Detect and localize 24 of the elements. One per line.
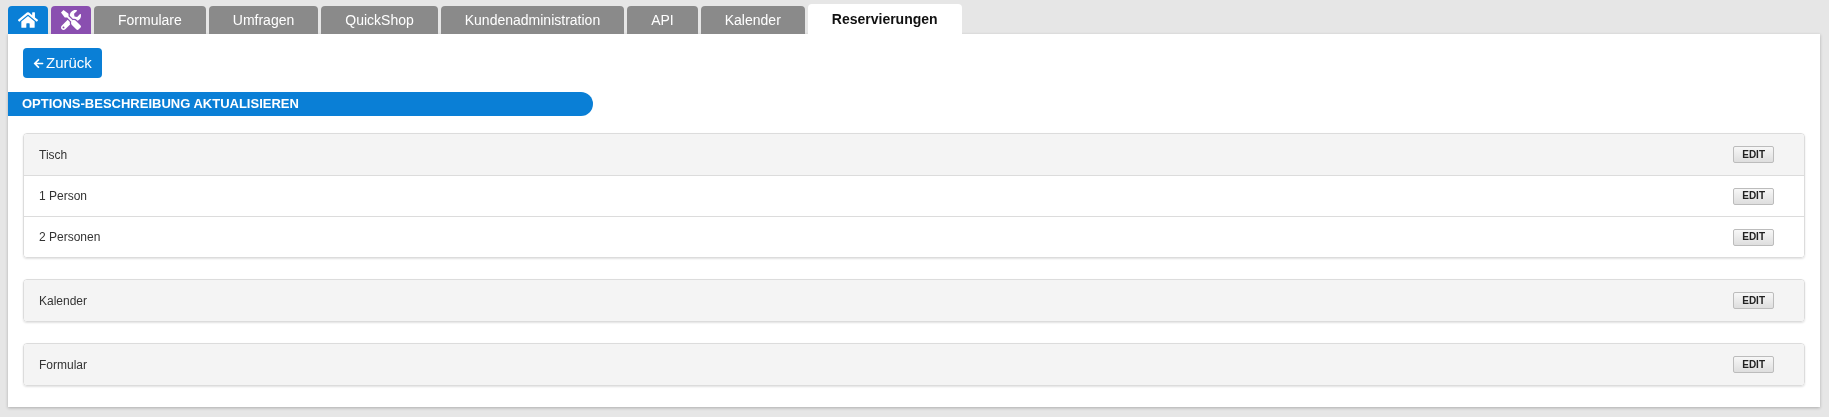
back-button[interactable]: Zurück xyxy=(23,48,102,78)
tab[interactable]: Formulare xyxy=(94,6,206,34)
home-icon xyxy=(18,10,38,30)
edit-button[interactable]: EDIT xyxy=(1733,187,1774,205)
tab[interactable]: Umfragen xyxy=(208,6,319,34)
section-header: OPTIONS-BESCHREIBUNG AKTUALISIEREN xyxy=(8,92,593,116)
edit-button[interactable]: EDIT xyxy=(1733,228,1774,246)
edit-button[interactable]: EDIT xyxy=(1733,356,1774,373)
home-tab[interactable] xyxy=(8,6,48,34)
option-label: Kalender xyxy=(39,292,88,310)
option-label: Tisch xyxy=(39,146,68,164)
tab[interactable]: API xyxy=(627,6,698,34)
arrow-left-icon xyxy=(33,57,44,69)
option-label: Formular xyxy=(39,356,87,374)
tab[interactable]: Kundenadministration xyxy=(440,6,625,34)
edit-button[interactable]: EDIT xyxy=(1733,146,1774,163)
tools-tab[interactable] xyxy=(51,6,91,34)
edit-button[interactable]: EDIT xyxy=(1733,292,1774,309)
tab[interactable]: Kalender xyxy=(700,6,805,34)
tab[interactable]: QuickShop xyxy=(321,6,438,34)
option-label: 1 Person xyxy=(39,188,88,205)
option-label: 2 Personen xyxy=(39,229,101,246)
tab[interactable]: Reservierungen xyxy=(807,4,962,34)
tools-icon xyxy=(61,10,81,30)
